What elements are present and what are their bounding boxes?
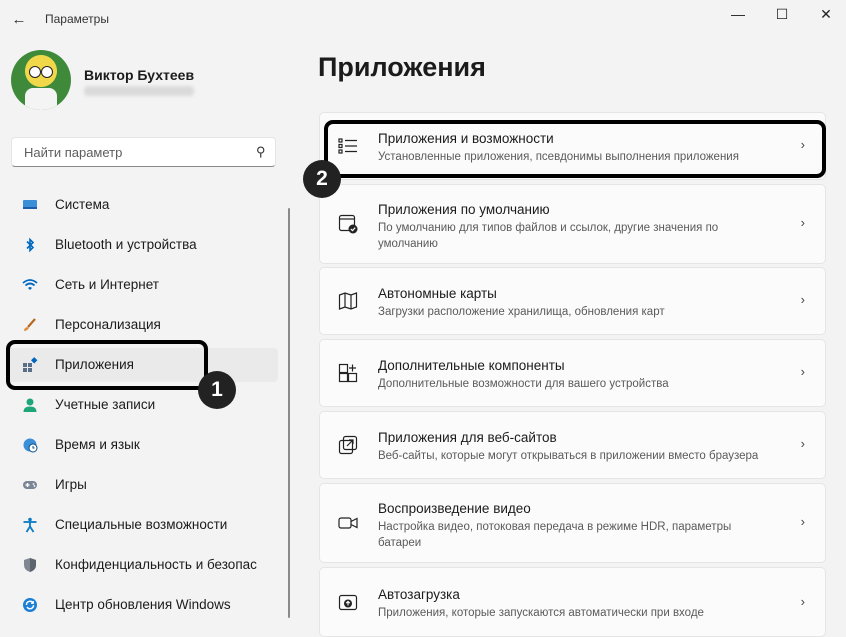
user-email-blurred [84, 86, 194, 96]
sidebar-item-label: Сеть и Интернет [55, 277, 159, 292]
annotation-highlight-apps [6, 340, 208, 390]
title-bar: ← Параметры — ☐ ✕ [0, 0, 846, 40]
sidebar-item-accounts[interactable]: Учетные записи [8, 388, 278, 422]
card-description: Настройка видео, потоковая передача в ре… [378, 521, 732, 549]
startup-icon [338, 594, 358, 611]
wifi-icon [22, 279, 38, 290]
back-arrow-icon[interactable]: ← [8, 8, 30, 30]
sidebar-item-accessibility[interactable]: Специальные возможности [8, 508, 278, 542]
sidebar-item-label: Учетные записи [55, 397, 156, 412]
card-title: Дополнительные компоненты [378, 358, 565, 373]
sidebar-scrollbar[interactable] [288, 208, 290, 618]
sidebar-item-label: Игры [55, 477, 87, 492]
shield-icon [24, 558, 36, 572]
search-box[interactable]: ⚲ [11, 137, 276, 167]
sidebar-item-system[interactable]: Система [8, 188, 278, 222]
update-icon [23, 598, 37, 612]
maximize-button[interactable]: ☐ [759, 0, 805, 28]
card-optional-features[interactable]: Дополнительные компоненты Дополнительные… [319, 339, 826, 407]
avatar [11, 50, 71, 110]
sidebar-item-label: Система [55, 197, 110, 212]
annotation-badge-2: 2 [303, 160, 341, 198]
minimize-button[interactable]: — [715, 0, 761, 28]
card-title: Приложения по умолчанию [378, 202, 550, 217]
card-apps-for-websites[interactable]: Приложения для веб-сайтов Веб-сайты, кот… [319, 411, 826, 479]
web-apps-icon [338, 435, 358, 455]
globe-clock-icon [23, 438, 38, 453]
chevron-right-icon: › [800, 292, 805, 307]
sidebar-item-time-language[interactable]: Время и язык [8, 428, 278, 462]
close-button[interactable]: ✕ [803, 0, 846, 28]
card-description: По умолчанию для типов файлов и ссылок, … [378, 222, 719, 250]
monitor-icon [23, 200, 37, 209]
card-title: Автозагрузка [378, 587, 460, 602]
chevron-right-icon: › [800, 364, 805, 379]
accessibility-icon [23, 517, 37, 533]
app-title: Параметры [45, 12, 109, 26]
card-offline-maps[interactable]: Автономные карты Загрузки расположение х… [319, 267, 826, 335]
card-title: Приложения для веб-сайтов [378, 430, 557, 445]
chevron-right-icon: › [800, 215, 805, 230]
sidebar-item-label: Bluetooth и устройства [55, 237, 197, 252]
user-name: Виктор Бухтеев [84, 67, 195, 83]
chevron-right-icon: › [800, 436, 805, 451]
card-title: Автономные карты [378, 286, 497, 301]
chevron-right-icon: › [800, 514, 805, 529]
map-icon [338, 292, 358, 310]
card-title: Воспроизведение видео [378, 501, 531, 516]
card-video-playback[interactable]: Воспроизведение видео Настройка видео, п… [319, 483, 826, 563]
person-icon [23, 398, 37, 412]
sidebar-item-label: Центр обновления Windows [55, 597, 231, 612]
sidebar-item-label: Конфиденциальность и безопас [55, 557, 257, 572]
card-description: Веб-сайты, которые могут открываться в п… [378, 450, 759, 462]
video-icon [338, 517, 358, 529]
page-title: Приложения [318, 52, 486, 82]
card-default-apps[interactable]: Приложения по умолчанию По умолчанию для… [319, 184, 826, 264]
sidebar-item-label: Время и язык [55, 437, 140, 452]
annotation-highlight-apps-features [324, 120, 826, 178]
sidebar-item-privacy[interactable]: Конфиденциальность и безопас [8, 548, 278, 582]
card-description: Загрузки расположение хранилища, обновле… [378, 306, 665, 318]
sidebar-item-bluetooth[interactable]: Bluetooth и устройства [8, 228, 278, 262]
sidebar-item-label: Персонализация [55, 317, 161, 332]
sidebar-item-label: Специальные возможности [55, 517, 228, 532]
sidebar-item-gaming[interactable]: Игры [8, 468, 278, 502]
search-input[interactable] [22, 144, 246, 161]
brush-icon [24, 318, 36, 331]
card-startup[interactable]: Автозагрузка Приложения, которые запуска… [319, 567, 826, 637]
card-description: Приложения, которые запускаются автомати… [378, 607, 704, 619]
chevron-right-icon: › [800, 594, 805, 609]
gamepad-icon [23, 481, 37, 489]
search-icon[interactable]: ⚲ [256, 144, 266, 160]
sidebar-item-network[interactable]: Сеть и Интернет [8, 268, 278, 302]
sidebar-item-windows-update[interactable]: Центр обновления Windows [8, 588, 278, 622]
sidebar-item-personalization[interactable]: Персонализация [8, 308, 278, 342]
annotation-badge-1: 1 [198, 371, 236, 409]
components-icon [338, 363, 358, 383]
card-description: Дополнительные возможности для вашего ус… [378, 378, 669, 390]
default-apps-icon [338, 214, 358, 234]
bluetooth-icon [26, 237, 35, 253]
